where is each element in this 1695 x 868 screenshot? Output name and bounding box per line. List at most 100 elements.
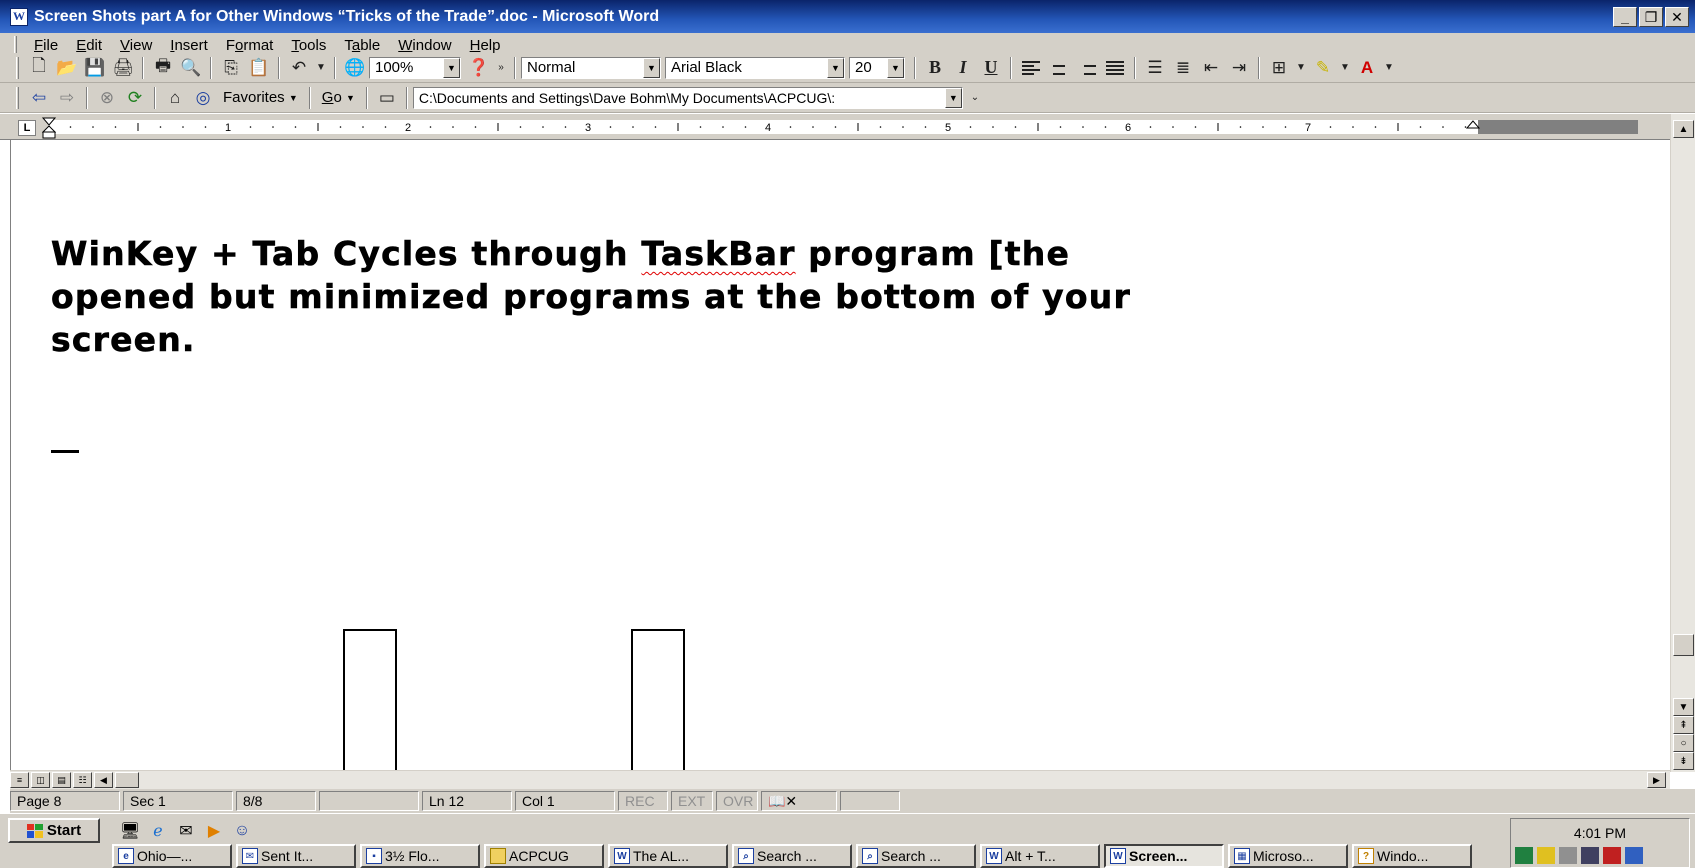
font-color-dropdown-icon[interactable]: ▼: [1381, 55, 1397, 81]
permission-icon[interactable]: 🖨: [109, 55, 137, 81]
refresh-icon[interactable]: ⟳: [121, 85, 149, 111]
task-ohio[interactable]: e Ohio—...: [112, 844, 232, 868]
style-dropdown-icon[interactable]: ▼: [643, 57, 660, 78]
justify-icon[interactable]: [1101, 55, 1129, 81]
horizontal-ruler[interactable]: L 12345678: [0, 114, 1695, 140]
font-dropdown-icon[interactable]: ▼: [827, 57, 844, 78]
highlight-icon[interactable]: ✎: [1309, 55, 1337, 81]
select-browse-object-icon[interactable]: ○: [1673, 734, 1694, 752]
task-sent-items[interactable]: ✉ Sent It...: [236, 844, 356, 868]
tab-selector-icon[interactable]: L: [18, 120, 36, 136]
task-the-al[interactable]: W The AL...: [608, 844, 728, 868]
forward-arrow-icon[interactable]: ⇨: [53, 85, 81, 111]
menu-help[interactable]: Help: [461, 37, 510, 54]
status-page[interactable]: Page 8: [10, 791, 120, 811]
volume-tray-icon[interactable]: [1559, 847, 1577, 864]
open-folder-icon[interactable]: 📂: [53, 55, 81, 81]
decrease-indent-icon[interactable]: ⇤: [1197, 55, 1225, 81]
bullets-icon[interactable]: ≣: [1169, 55, 1197, 81]
horizontal-scrollbar[interactable]: ≡ ◫ ▤ ☷ ◀ ▶: [10, 770, 1670, 789]
scroll-right-icon[interactable]: ▶: [1647, 772, 1666, 788]
media-player-icon[interactable]: ▶: [202, 820, 226, 842]
network-tray-icon[interactable]: [1581, 847, 1599, 864]
task-search-1[interactable]: ⌕ Search ...: [732, 844, 852, 868]
status-ext[interactable]: EXT: [671, 791, 713, 811]
task-acpcug[interactable]: ACPCUG: [484, 844, 604, 868]
word-app-icon[interactable]: W: [10, 7, 28, 26]
new-document-icon[interactable]: 🗋: [25, 55, 53, 81]
start-button[interactable]: Start: [8, 818, 100, 843]
home-icon[interactable]: ⌂: [161, 85, 189, 111]
task-screen-shots[interactable]: W Screen...: [1104, 844, 1224, 868]
spell-error-word[interactable]: TaskBar: [641, 234, 795, 274]
bold-button[interactable]: B: [921, 55, 949, 81]
right-indent-marker-icon[interactable]: [1466, 120, 1480, 136]
previous-page-icon[interactable]: ⇞: [1673, 716, 1694, 734]
borders-icon[interactable]: ⊞: [1265, 55, 1293, 81]
vertical-scrollbar[interactable]: ▲ ▼ ⇞ ○ ⇟: [1670, 114, 1695, 772]
internet-explorer-icon[interactable]: ℯ: [146, 820, 170, 842]
undo-icon[interactable]: ↶: [285, 55, 313, 81]
menu-format[interactable]: Format: [217, 37, 283, 54]
numbering-icon[interactable]: ☰: [1141, 55, 1169, 81]
status-rec[interactable]: REC: [618, 791, 668, 811]
menu-table[interactable]: Table: [335, 37, 389, 54]
align-center-icon[interactable]: [1045, 55, 1073, 81]
restore-button[interactable]: ❐: [1639, 7, 1663, 27]
underline-button[interactable]: U: [977, 55, 1005, 81]
indent-marker-icon[interactable]: [42, 117, 56, 139]
back-arrow-icon[interactable]: ⇦: [25, 85, 53, 111]
spelling-status-icon[interactable]: 📖✕: [761, 791, 837, 811]
save-icon[interactable]: 💾: [81, 55, 109, 81]
menu-view[interactable]: View: [111, 37, 161, 54]
print-icon[interactable]: 🖶: [149, 55, 177, 81]
copy-icon[interactable]: ⎘: [217, 55, 245, 81]
scroll-left-icon[interactable]: ◀: [94, 772, 113, 788]
norton-tray-icon[interactable]: [1537, 847, 1555, 864]
address-combo[interactable]: C:\Documents and Settings\Dave Bohm\My D…: [412, 86, 963, 109]
web-globe-icon[interactable]: 🌐: [341, 55, 369, 81]
scroll-up-icon[interactable]: ▲: [1673, 120, 1694, 138]
font-size-combo[interactable]: 20 ▼: [849, 56, 905, 79]
normal-view-icon[interactable]: ≡: [10, 772, 29, 788]
vertical-scroll-thumb[interactable]: [1673, 634, 1694, 656]
address-dropdown-icon[interactable]: ▼: [944, 87, 962, 108]
scroll-down-icon[interactable]: ▼: [1673, 698, 1694, 716]
menu-tools[interactable]: Tools: [282, 37, 335, 54]
help-icon[interactable]: ❓: [465, 55, 493, 81]
search-web-icon[interactable]: ◎: [189, 85, 217, 111]
clock[interactable]: 4:01 PM: [1511, 825, 1689, 841]
italic-button[interactable]: I: [949, 55, 977, 81]
go-button[interactable]: Go ▼: [316, 85, 361, 111]
outlook-express-icon[interactable]: ✉: [174, 820, 198, 842]
zoom-combo[interactable]: 100% ▼: [369, 56, 461, 79]
favorites-button[interactable]: Favorites ▼: [217, 85, 304, 111]
toolbar-options-icon[interactable]: »: [493, 55, 509, 81]
outline-view-icon[interactable]: ☷: [73, 772, 92, 788]
print-preview-icon[interactable]: 🔍: [177, 55, 205, 81]
print-layout-view-icon[interactable]: ▤: [52, 772, 71, 788]
zoom-dropdown-icon[interactable]: ▼: [443, 57, 460, 78]
web-toolbar-options-icon[interactable]: ⌄: [967, 85, 983, 111]
undo-dropdown-icon[interactable]: ▼: [313, 55, 329, 81]
task-windows-help[interactable]: ? Windo...: [1352, 844, 1472, 868]
highlight-dropdown-icon[interactable]: ▼: [1337, 55, 1353, 81]
font-size-dropdown-icon[interactable]: ▼: [887, 57, 904, 78]
stop-icon[interactable]: ⊗: [93, 85, 121, 111]
show-only-web-toolbar-icon[interactable]: ▭: [373, 85, 401, 111]
printer-tray-icon[interactable]: [1625, 847, 1643, 864]
task-search-2[interactable]: ⌕ Search ...: [856, 844, 976, 868]
menu-window[interactable]: Window: [389, 37, 460, 54]
document-body[interactable]: WinKey + Tab Cycles through TaskBar prog…: [51, 232, 1451, 361]
task-floppy[interactable]: ▪ 3½ Flo...: [360, 844, 480, 868]
paste-icon[interactable]: 📋: [245, 55, 273, 81]
menu-edit[interactable]: Edit: [67, 37, 111, 54]
toolbar-grip[interactable]: [16, 56, 19, 79]
increase-indent-icon[interactable]: ⇥: [1225, 55, 1253, 81]
menu-insert[interactable]: Insert: [161, 37, 217, 54]
show-desktop-icon[interactable]: 🖥: [118, 820, 142, 842]
next-page-icon[interactable]: ⇟: [1673, 752, 1694, 770]
borders-dropdown-icon[interactable]: ▼: [1293, 55, 1309, 81]
font-combo[interactable]: Arial Black ▼: [665, 56, 845, 79]
horizontal-scroll-thumb[interactable]: [115, 772, 139, 788]
